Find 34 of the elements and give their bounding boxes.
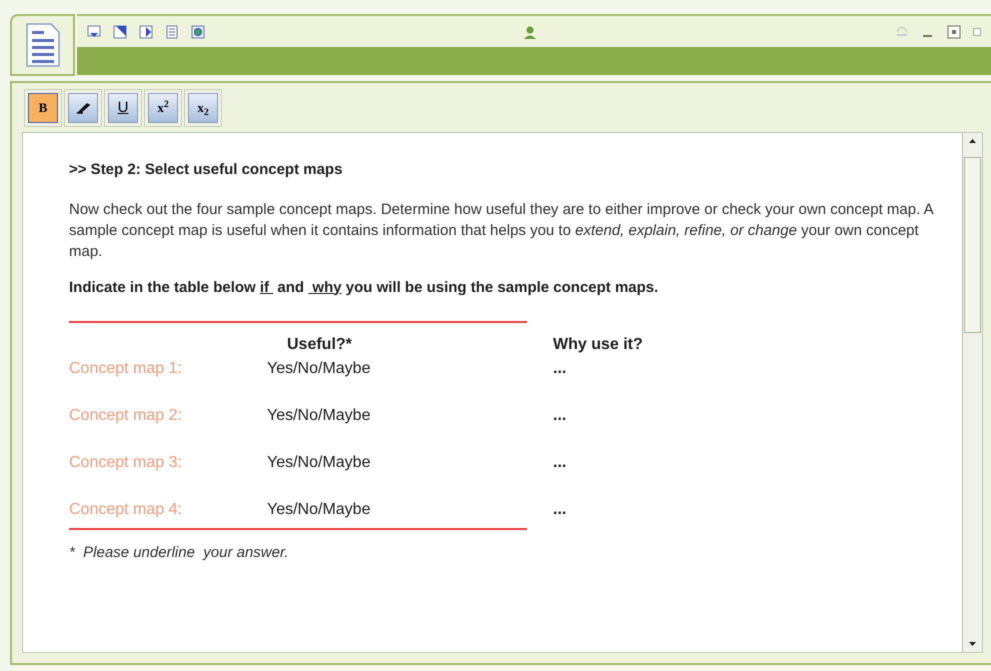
table-cell-text: Yes/No/Maybe (267, 406, 370, 426)
format-button[interactable]: x$_{2}$ (188, 93, 218, 123)
table-cell-text: Yes/No/Maybe (267, 453, 370, 473)
row-label: Concept map 1: (69, 359, 182, 379)
scroll-thumb[interactable] (964, 157, 981, 333)
footnote: * Please underline your answer. (69, 543, 290, 563)
split-icon[interactable] (139, 24, 153, 38)
table-cell-text: ... (553, 359, 566, 379)
table-cell-text: ... (553, 453, 566, 473)
format-button[interactable]: U (108, 93, 138, 123)
format-button[interactable] (68, 93, 98, 123)
table-cell-text: ... (553, 406, 566, 426)
column-header: Why use it? (553, 335, 643, 355)
row-label: Concept map 4: (69, 500, 182, 520)
format-button[interactable]: x$^{2}$ (148, 93, 178, 123)
document-icon[interactable] (24, 22, 60, 68)
list-icon[interactable] (165, 24, 179, 38)
italic-icon (75, 102, 91, 114)
table-cell-text: Yes/No/Maybe (267, 500, 370, 520)
instruction-text: Indicate in the table below if and why you will be using the sample concept maps. (69, 278, 660, 298)
maximize-icon[interactable] (947, 24, 961, 38)
table-cell-text: Yes/No/Maybe (267, 359, 370, 379)
row-label: Concept map 2: (69, 406, 182, 426)
table-cell-text: ... (553, 500, 566, 520)
user-icon[interactable] (523, 24, 537, 38)
step-heading: >> Step 2: Select useful concept maps (69, 160, 344, 180)
record-icon[interactable] (191, 24, 205, 38)
corner-icon[interactable] (113, 24, 127, 38)
row-label: Concept map 3: (69, 453, 182, 473)
column-header: Useful?* (287, 335, 352, 355)
intro-paragraph: Now check out the four sample concept maps. Determine how useful they are to either improve or check your own concept map. A sample concept map is useful when it contains information that helps you to extend, explain, refine, or change your own concept map. (69, 200, 934, 262)
scrollbar[interactable] (962, 133, 982, 652)
format-button[interactable]: B (28, 93, 58, 123)
download-icon[interactable] (87, 24, 101, 38)
